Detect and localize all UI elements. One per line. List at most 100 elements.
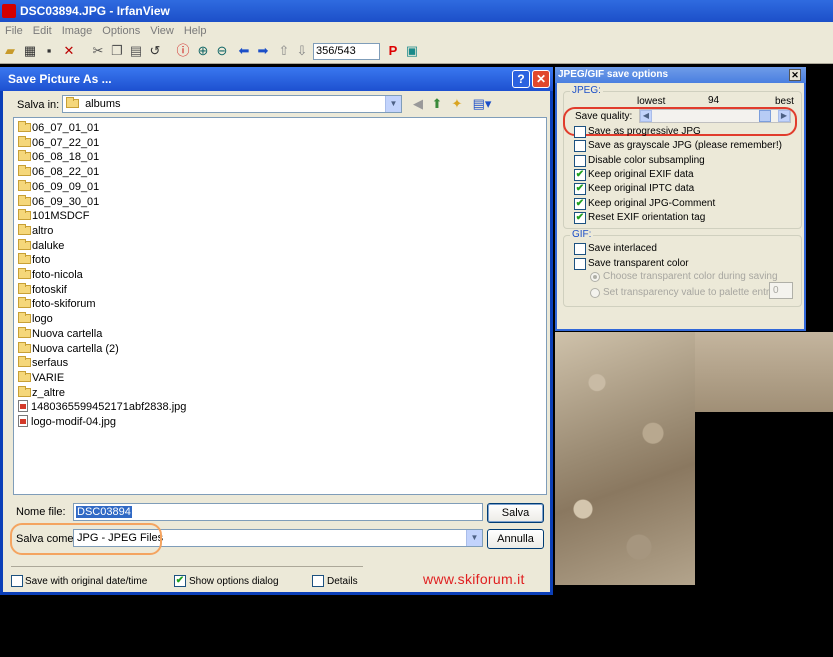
file-list[interactable]: 06_07_01_01 06_07_22_01 06_08_18_01 06_08_2…: [13, 117, 547, 495]
save-in-select[interactable]: albums ▼: [62, 95, 402, 113]
thumbnails-icon[interactable]: ▣: [404, 43, 420, 59]
file-name: 06_08_22_01: [32, 166, 100, 179]
zoom-out-icon[interactable]: ⊖: [214, 43, 230, 59]
file-name: altro: [32, 224, 54, 237]
option-checkbox[interactable]: [574, 140, 586, 153]
last-icon[interactable]: ⇩: [294, 43, 310, 59]
open-folder-icon[interactable]: ▰: [2, 43, 18, 59]
file-name: daluke: [32, 239, 65, 252]
up-folder-icon[interactable]: ⬆: [429, 96, 445, 112]
photo-view: [555, 332, 695, 585]
folder-item[interactable]: z_altre: [18, 385, 65, 400]
file-name: fotoskif: [32, 283, 67, 296]
option-checkbox[interactable]: ✔: [574, 211, 586, 224]
file-name: 06_07_01_01: [32, 122, 100, 134]
photo-view-right: [695, 332, 833, 412]
folder-item[interactable]: 06_07_22_01: [18, 135, 99, 150]
info-icon[interactable]: ⓘ: [175, 43, 191, 59]
details-checkbox[interactable]: [312, 575, 324, 587]
option-checkbox[interactable]: [574, 258, 586, 270]
folder-icon: [18, 326, 31, 338]
back-icon[interactable]: ◀: [410, 96, 426, 112]
first-icon[interactable]: ⇧: [276, 43, 292, 59]
file-name: 1480365599452171abf2838.jpg: [31, 401, 187, 414]
folder-item[interactable]: 06_09_30_01: [18, 194, 99, 209]
options-titlebar: JPEG/GIF save options ✕: [555, 67, 806, 83]
folder-item[interactable]: foto: [18, 253, 50, 267]
options-title: JPEG/GIF save options: [558, 69, 669, 80]
folder-item[interactable]: 06_08_22_01: [18, 165, 99, 179]
slideshow-icon[interactable]: ▦: [22, 43, 38, 59]
filename-label: Nome file:: [16, 506, 66, 518]
folder-item[interactable]: daluke: [18, 238, 65, 253]
folder-icon: [18, 179, 31, 191]
save-in-value: albums: [85, 98, 121, 110]
save-button[interactable]: Salva: [487, 503, 544, 523]
folder-icon: [66, 97, 79, 108]
folder-item[interactable]: logo: [18, 312, 53, 326]
irfanview-icon: [2, 4, 16, 18]
option-checkbox[interactable]: [574, 126, 586, 138]
folder-icon: [18, 297, 31, 309]
folder-item[interactable]: VARIE: [18, 370, 65, 385]
print-icon[interactable]: P: [385, 43, 401, 59]
transparency-radio[interactable]: [590, 287, 600, 298]
menu-view[interactable]: View: [145, 22, 179, 40]
zoom-in-icon[interactable]: ⊕: [195, 43, 211, 59]
close-button[interactable]: ✕: [532, 70, 550, 88]
folder-item[interactable]: fotoskif: [18, 282, 67, 297]
option-label: Keep original IPTC data: [588, 183, 695, 195]
folder-item[interactable]: serfaus: [18, 356, 68, 370]
original-date-checkbox[interactable]: [11, 575, 23, 587]
folder-item[interactable]: Nuova cartella: [18, 326, 102, 341]
delete-icon[interactable]: ✕: [61, 43, 77, 59]
folder-item[interactable]: foto-skiforum: [18, 297, 96, 311]
new-folder-icon[interactable]: ✦: [449, 96, 465, 112]
option-checkbox[interactable]: ✔: [574, 168, 586, 181]
folder-item[interactable]: Nuova cartella (2): [18, 341, 119, 356]
menu-image[interactable]: Image: [57, 22, 98, 40]
save-icon[interactable]: ▪: [41, 43, 57, 59]
file-name: serfaus: [32, 357, 69, 370]
divider: [11, 566, 363, 567]
filename-input[interactable]: DSC03894: [73, 503, 483, 521]
folder-item[interactable]: 06_08_18_01: [18, 150, 99, 164]
paste-icon[interactable]: ▤: [128, 43, 144, 59]
folder-item[interactable]: 06_09_09_01: [18, 179, 99, 194]
menu-edit[interactable]: Edit: [28, 22, 57, 40]
option-label: Save transparent color: [588, 258, 689, 269]
option-checkbox[interactable]: ✔: [574, 197, 586, 210]
page-counter: 356/543: [313, 43, 380, 60]
option-label: Save as grayscale JPG (please remember!): [588, 140, 782, 152]
option-checkbox[interactable]: [574, 154, 586, 167]
next-icon[interactable]: ➡: [255, 43, 271, 59]
previous-icon[interactable]: ⬅: [236, 43, 252, 59]
close-icon[interactable]: ✕: [789, 69, 801, 81]
option-checkbox[interactable]: [574, 243, 586, 255]
undo-icon[interactable]: ↺: [147, 43, 163, 59]
help-button[interactable]: ?: [512, 70, 530, 88]
file-item[interactable]: 1480365599452171abf2838.jpg: [18, 400, 186, 414]
transparency-radio[interactable]: [590, 272, 600, 282]
folder-item[interactable]: 101MSDCF: [18, 209, 89, 223]
folder-icon: [18, 121, 31, 132]
view-menu-icon[interactable]: ▤▾: [471, 96, 493, 112]
save-dialog: Save Picture As ... ? ✕ Salva in: albums…: [0, 67, 553, 595]
copy-icon[interactable]: ❐: [109, 43, 125, 59]
transparency-radio-label: Set transparency value to palette entry:: [603, 286, 777, 298]
file-name: VARIE: [32, 371, 65, 384]
folder-item[interactable]: altro: [18, 223, 54, 238]
file-item[interactable]: logo-modif-04.jpg: [18, 415, 116, 429]
folder-item[interactable]: foto-nicola: [18, 268, 83, 282]
show-options-checkbox[interactable]: ✔: [174, 575, 186, 587]
menu-help[interactable]: Help: [179, 22, 212, 40]
palette-entry-input[interactable]: 0: [769, 282, 793, 299]
cancel-button[interactable]: Annulla: [487, 529, 544, 549]
menu-file[interactable]: File: [0, 22, 28, 40]
option-checkbox[interactable]: ✔: [574, 183, 586, 196]
file-name: foto-skiforum: [32, 298, 96, 311]
cut-icon[interactable]: ✂: [90, 43, 106, 59]
folder-item[interactable]: 06_07_01_01: [18, 121, 99, 135]
menu-options[interactable]: Options: [97, 22, 145, 40]
folder-icon: [18, 165, 31, 177]
